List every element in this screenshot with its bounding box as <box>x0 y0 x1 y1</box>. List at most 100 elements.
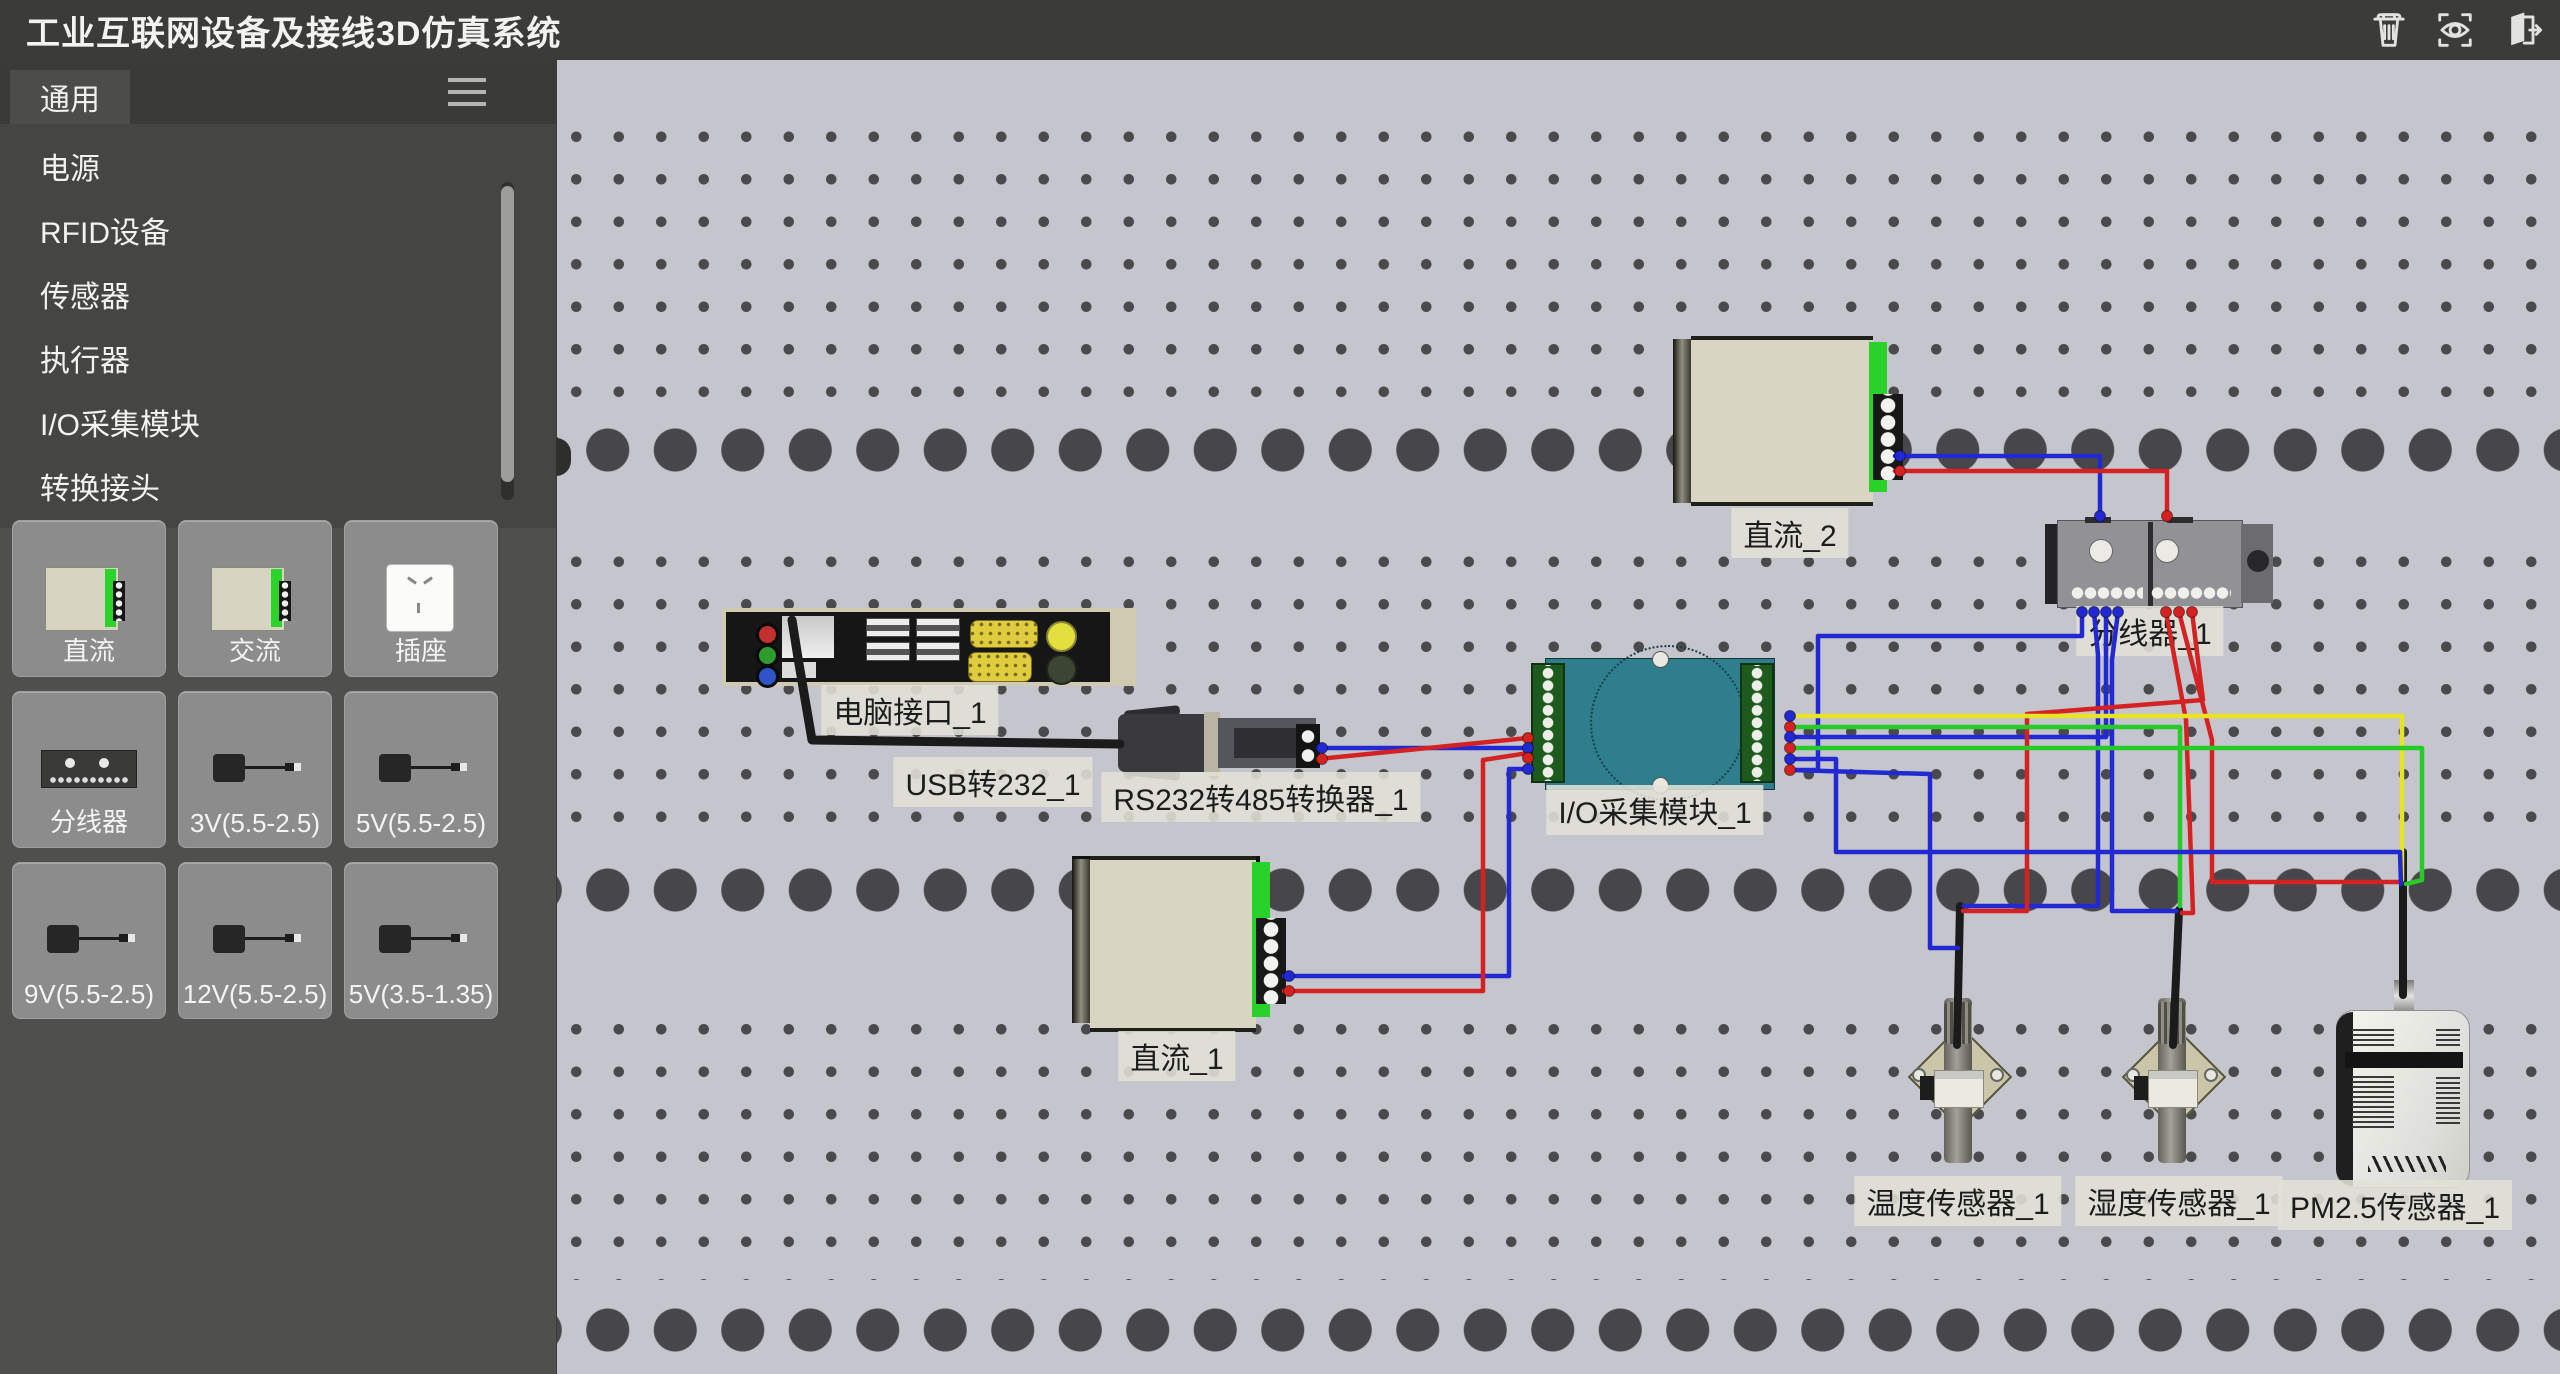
device-pm25-sensor[interactable] <box>2336 1010 2470 1188</box>
mount-hole <box>2204 1068 2218 1082</box>
card-label: 交流 <box>179 631 331 668</box>
device-temperature-sensor[interactable] <box>1908 998 2008 1168</box>
splitter-screw <box>2089 539 2113 563</box>
vent <box>2352 1074 2394 1128</box>
device-dc-power-1[interactable] <box>1072 856 1286 1032</box>
ps2-port <box>782 616 834 658</box>
trash-icon[interactable] <box>2364 6 2414 54</box>
socket-thumb-icon <box>371 563 471 635</box>
splitter-terminals[interactable] <box>2071 584 2143 602</box>
exit-icon[interactable] <box>2496 6 2546 54</box>
psu-edge <box>1673 339 1693 503</box>
device-dc-power-2[interactable] <box>1673 336 1903 506</box>
device-label: RS232转485转换器_1 <box>1101 772 1420 822</box>
device-humidity-sensor[interactable] <box>2122 998 2222 1168</box>
card-label: 3V(5.5-2.5) <box>179 808 331 839</box>
vent <box>2352 1028 2394 1046</box>
usb-port <box>866 642 910 661</box>
device-label: 分线器_1 <box>2076 606 2223 656</box>
audio-jack-green <box>756 644 779 667</box>
sidebar-item-0[interactable]: 电源 <box>0 138 556 202</box>
psu-thumb-icon <box>39 563 139 635</box>
sidebar-item-2[interactable]: 传感器 <box>0 266 556 330</box>
db9-shell <box>1118 714 1210 772</box>
vent-hatch <box>2368 1156 2446 1172</box>
io-terminal-right[interactable] <box>1740 663 1774 783</box>
converter-terminal[interactable] <box>1296 724 1320 768</box>
serial-port <box>970 620 1038 648</box>
io-screw <box>1652 651 1669 668</box>
serial-port <box>968 652 1032 682</box>
splitter-thumb-icon <box>39 734 139 806</box>
vent <box>2436 1026 2460 1046</box>
component-card-3[interactable]: 分线器 <box>12 691 166 848</box>
splitter-terminals[interactable] <box>2151 584 2231 602</box>
component-card-5[interactable]: 5V(5.5-2.5) <box>344 691 498 848</box>
card-label: 5V(5.5-2.5) <box>345 808 497 839</box>
card-label: 9V(5.5-2.5) <box>13 979 165 1010</box>
card-label: 5V(3.5-1.35) <box>345 979 497 1010</box>
card-label: 直流 <box>13 631 165 668</box>
converter-inset <box>1234 728 1300 758</box>
psu-body <box>1090 856 1256 1032</box>
io-terminal-left[interactable] <box>1531 663 1565 783</box>
sidebar-item-3[interactable]: 执行器 <box>0 330 556 394</box>
device-label: I/O采集模块_1 <box>1546 785 1763 835</box>
component-card-0[interactable]: 直流 <box>12 520 166 677</box>
sidebar-item-4[interactable]: I/O采集模块 <box>0 394 556 458</box>
usb-port <box>916 642 960 661</box>
device-splitter[interactable] <box>2045 520 2273 608</box>
adapter-thumb-icon <box>371 734 471 806</box>
device-label: 直流_1 <box>1118 1031 1235 1081</box>
psu-edge <box>1072 859 1092 1023</box>
mount-hole <box>1990 1068 2004 1082</box>
sidebar-item-1[interactable]: RFID设备 <box>0 202 556 266</box>
app: { "header": { "title": "工业互联网设备及接线3D仿真系统… <box>0 0 2560 1374</box>
tab-general[interactable]: 通用 <box>10 70 130 124</box>
device-io-module[interactable] <box>1528 655 1790 791</box>
adapter-thumb-icon <box>39 905 139 977</box>
menu-icon[interactable] <box>448 78 486 108</box>
device-label: 电脑接口_1 <box>821 685 998 735</box>
probe-rib <box>2158 1002 2186 1044</box>
io-circle <box>1590 645 1746 801</box>
component-grid: 直流交流插座分线器 3V(5.5-2.5) 5V(5.5-2.5) 9V(5.5-2.… <box>12 520 496 1019</box>
sensor-band <box>1934 1070 1984 1108</box>
component-card-7[interactable]: 12V(5.5-2.5) <box>178 862 332 1019</box>
device-label: 温度传感器_1 <box>1854 1176 2061 1226</box>
panel-cap <box>1110 610 1134 684</box>
component-card-1[interactable]: 交流 <box>178 520 332 677</box>
sidebar-menu: 电源RFID设备传感器执行器I/O采集模块转换接头 <box>0 124 556 528</box>
round-connector-dark <box>1046 654 1077 685</box>
header-bar: 工业互联网设备及接线3D仿真系统 <box>0 0 2560 60</box>
card-label: 12V(5.5-2.5) <box>179 979 331 1010</box>
splitter-right-hole <box>2247 550 2269 572</box>
view-eye-icon[interactable] <box>2430 6 2480 54</box>
psu-terminal-block[interactable] <box>1256 918 1286 1004</box>
adapter-thumb-icon <box>371 905 471 977</box>
component-card-4[interactable]: 3V(5.5-2.5) <box>178 691 332 848</box>
component-card-6[interactable]: 9V(5.5-2.5) <box>12 862 166 1019</box>
device-label: USB转232_1 <box>893 757 1092 807</box>
audio-jack-red <box>756 623 779 646</box>
psu-body <box>1691 336 1873 506</box>
card-label: 插座 <box>345 631 497 668</box>
usb-port <box>916 618 960 637</box>
component-card-2[interactable]: 插座 <box>344 520 498 677</box>
component-card-8[interactable]: 5V(3.5-1.35) <box>344 862 498 1019</box>
device-rs232-485-converter[interactable] <box>1118 712 1320 776</box>
sidebar: 通用 电源RFID设备传感器执行器I/O采集模块转换接头 直流交流插座分线器 3V… <box>0 60 557 1374</box>
port-block <box>782 662 816 678</box>
header-actions <box>2364 6 2546 54</box>
sidebar-tabstrip: 通用 <box>0 60 556 124</box>
probe-rib <box>1944 1002 1972 1044</box>
scrollbar-thumb[interactable] <box>501 186 514 482</box>
psu-terminal-block[interactable] <box>1873 394 1903 480</box>
device-computer-interface[interactable] <box>722 608 1136 686</box>
splitter-notch <box>2167 517 2193 523</box>
sidebar-item-5[interactable]: 转换接头 <box>0 458 556 522</box>
vent <box>2436 1074 2460 1124</box>
round-connector-yellow <box>1046 621 1077 652</box>
psu-thumb-icon <box>205 563 305 635</box>
adapter-thumb-icon <box>205 905 305 977</box>
